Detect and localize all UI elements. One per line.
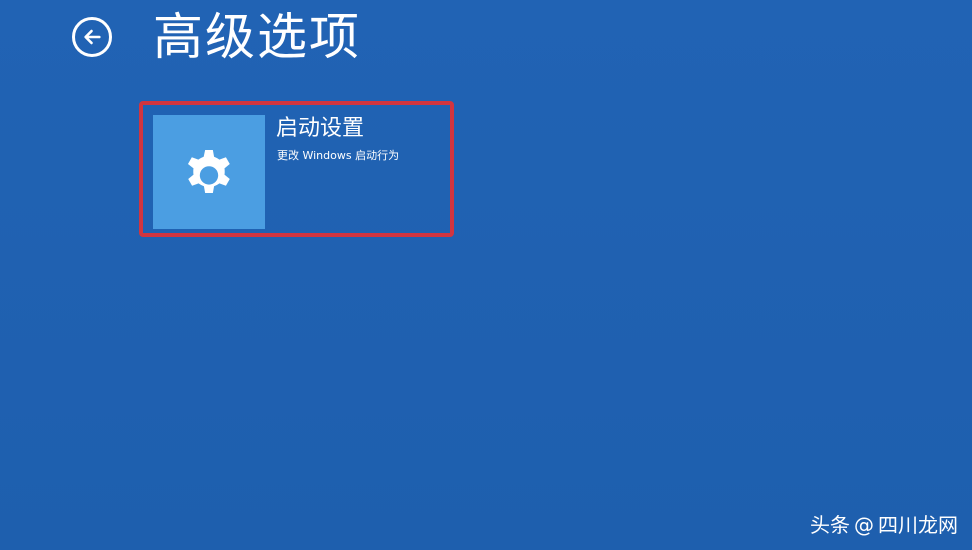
page-title: 高级选项 — [153, 8, 361, 66]
recovery-screen: 高级选项 启动设置 更改 Windows 启动行为 头条 @ 四川龙网 — [0, 0, 972, 550]
option-title: 启动设置 — [276, 116, 365, 141]
watermark-handle: @ — [854, 513, 874, 537]
option-description: 更改 Windows 启动行为 — [277, 149, 400, 162]
back-button[interactable] — [72, 17, 112, 57]
back-arrow-icon — [84, 29, 101, 45]
gear-icon — [187, 150, 230, 194]
watermark-site: 四川龙网 — [878, 513, 958, 537]
startup-settings-option[interactable]: 启动设置 更改 Windows 启动行为 — [139, 101, 454, 237]
watermark-platform: 头条 — [810, 513, 850, 537]
watermark: 头条 @ 四川龙网 — [810, 512, 958, 538]
option-tile — [153, 115, 265, 229]
